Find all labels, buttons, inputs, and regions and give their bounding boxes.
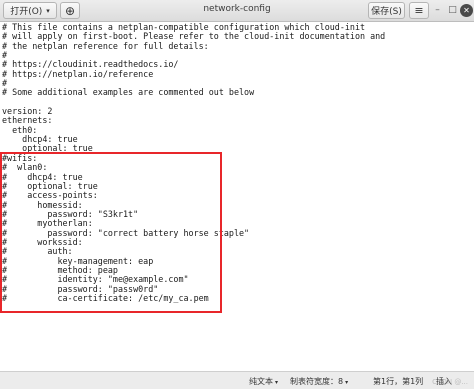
editor-line[interactable]: # ca-certificate: /etc/my_ca.pem — [2, 293, 385, 303]
save-button[interactable]: 保存(S) — [368, 2, 405, 19]
menu-button[interactable]: ≡ — [409, 2, 429, 19]
editor-line[interactable]: ethernets: — [2, 116, 385, 126]
language-selector[interactable]: 纯文本 ▾ — [249, 376, 278, 387]
chevron-down-icon: ▾ — [345, 379, 349, 386]
chevron-down-icon: ▾ — [46, 6, 50, 15]
close-icon[interactable]: ✕ — [460, 4, 473, 17]
hamburger-menu-icon: ≡ — [414, 4, 424, 17]
editor-line[interactable]: #wifis: — [2, 153, 385, 163]
editor-line[interactable]: # the netplan reference for full details… — [2, 41, 385, 51]
editor-line[interactable]: # https://netplan.io/reference — [2, 69, 385, 79]
minimize-icon[interactable]: – — [431, 4, 444, 17]
chevron-down-icon: ▾ — [275, 379, 279, 386]
tab-width-selector[interactable]: 制表符宽度：8 ▾ — [290, 376, 348, 387]
editor-line[interactable] — [2, 98, 385, 107]
language-label: 纯文本 — [249, 377, 273, 386]
editor-line[interactable]: # Some additional examples are commented… — [2, 88, 385, 98]
header-bar: 打开(O) ▾ ⊕ network-config 保存(S) ≡ – □ ✕ — [0, 0, 474, 22]
editor-text[interactable]: # This file contains a netplan-compatibl… — [2, 22, 385, 303]
status-bar: 纯文本 ▾ 制表符宽度：8 ▾ 第1行，第1列 插入 CSDN @... — [0, 371, 474, 389]
new-document-button[interactable]: ⊕ — [60, 2, 80, 19]
open-button[interactable]: 打开(O) ▾ — [3, 2, 57, 19]
editor-line[interactable]: version: 2 — [2, 106, 385, 116]
cursor-position: 第1行，第1列 — [373, 377, 424, 386]
insert-mode: 插入 — [436, 377, 452, 386]
document-new-icon: ⊕ — [64, 3, 76, 18]
text-editor[interactable]: # This file contains a netplan-compatibl… — [0, 22, 474, 371]
open-button-label: 打开(O) — [10, 7, 43, 17]
maximize-icon[interactable]: □ — [446, 4, 459, 17]
editor-line[interactable]: optional: true — [2, 144, 385, 154]
tab-width-label: 制表符宽度：8 — [290, 377, 344, 386]
